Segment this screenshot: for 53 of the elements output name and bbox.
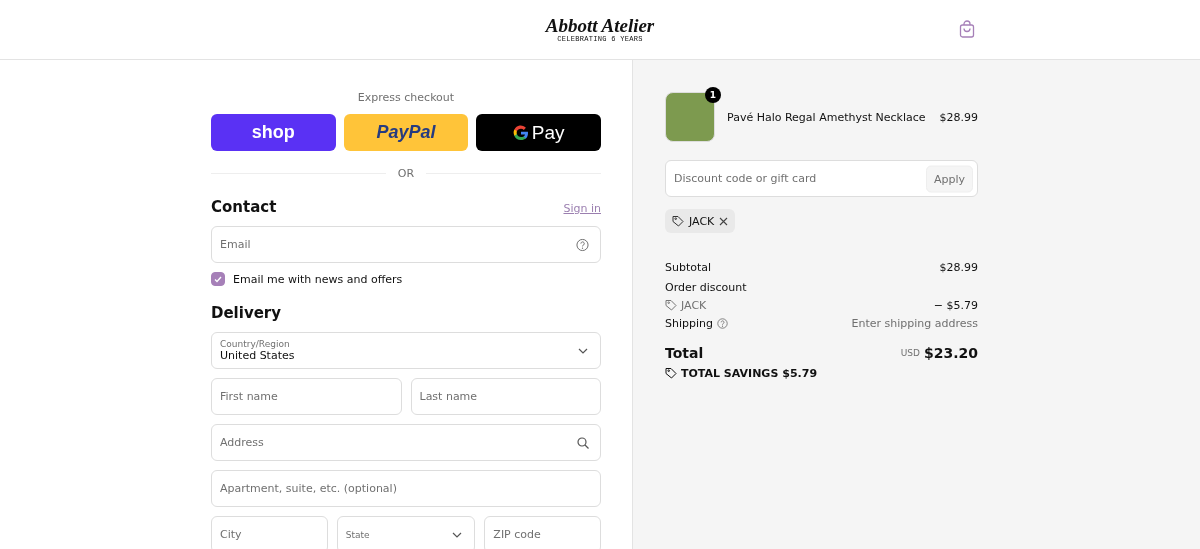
section-heading: Contact	[211, 198, 277, 216]
shopping-bag-icon	[959, 20, 975, 38]
payment-button[interactable]: shop	[211, 114, 336, 151]
shipping-value: Enter shipping address	[851, 316, 978, 330]
tag-icon	[665, 299, 677, 311]
payment-button[interactable]: Pay	[476, 114, 601, 151]
subtotal-label: Subtotal	[665, 260, 712, 274]
shipping-label: Shipping	[665, 316, 713, 330]
cart-button[interactable]	[959, 20, 975, 38]
payment-button[interactable]: PayPal	[343, 114, 469, 151]
input-field[interactable]: First name	[211, 378, 402, 415]
check-icon	[214, 275, 222, 283]
total-label: Total	[665, 345, 704, 361]
address-field[interactable]: Address	[211, 424, 601, 461]
savings-label: TOTAL SAVINGS	[681, 366, 779, 380]
input-field[interactable]: Last name	[410, 378, 601, 415]
help-icon	[717, 317, 728, 329]
select-field[interactable]: State	[336, 516, 476, 549]
total-value: $23.20	[923, 345, 978, 361]
discount-label: Order discount	[665, 280, 747, 294]
divider-label: OR	[397, 167, 415, 180]
close-icon[interactable]	[719, 216, 729, 226]
checkbox-label: Email me with news and offers	[233, 272, 403, 286]
currency-label: USD	[900, 348, 920, 358]
g-logo-icon	[512, 124, 529, 141]
tag-icon	[672, 215, 684, 227]
email-field[interactable]: Email	[211, 226, 601, 263]
search-icon	[577, 436, 589, 449]
help-icon	[576, 238, 589, 251]
discount-code: JACK	[681, 298, 707, 312]
input-field[interactable]: Apartment, suite, etc. (optional)	[211, 470, 601, 507]
field-label: State	[345, 529, 371, 540]
sign-in-link[interactable]: Sign in	[563, 202, 601, 215]
product-price: $28.99	[939, 110, 978, 124]
chevron-down-icon	[578, 347, 588, 354]
savings-value: $5.79	[782, 366, 818, 380]
checkbox[interactable]	[211, 272, 225, 286]
logo-title: Abbott Atelier	[545, 16, 655, 35]
field-value: United States	[220, 349, 296, 362]
chevron-down-icon	[452, 531, 463, 538]
discount-value: − $5.79	[933, 298, 978, 312]
quantity-badge: 1	[705, 87, 721, 103]
field-label: Country/Region	[220, 339, 291, 349]
express-checkout-title: Express checkout	[357, 91, 455, 104]
product-name: Pavé Halo Regal Amethyst Necklace	[727, 110, 927, 124]
subtotal-value: $28.99	[939, 260, 978, 274]
select-field[interactable]: Country/Region United States	[211, 332, 601, 369]
apply-button[interactable]: Apply	[925, 165, 973, 192]
section-heading: Delivery	[211, 304, 282, 322]
tag-icon	[665, 367, 677, 379]
discount-code: JACK	[689, 214, 715, 228]
input-field[interactable]: City	[211, 516, 328, 549]
input-field[interactable]: ZIP code	[484, 516, 601, 549]
